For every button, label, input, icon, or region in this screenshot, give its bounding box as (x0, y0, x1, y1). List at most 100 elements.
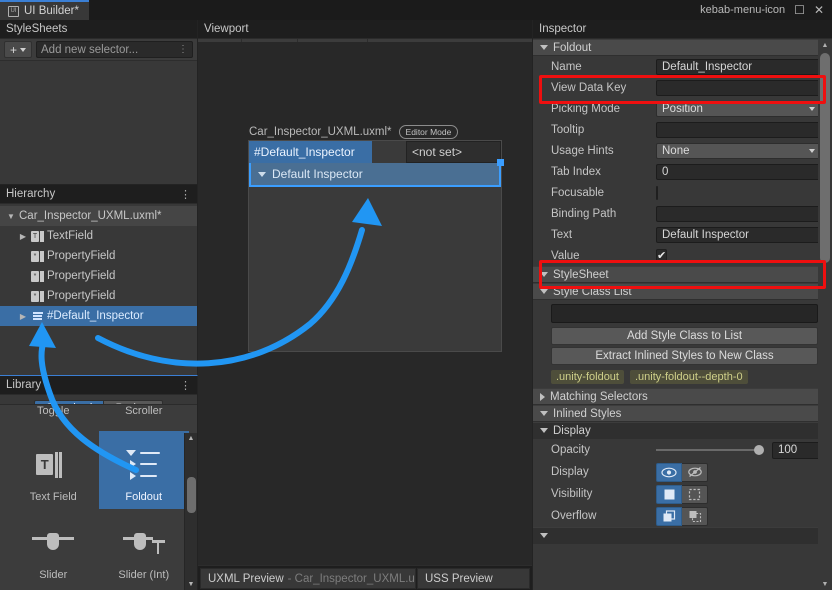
uxml-canvas[interactable]: Car_Inspector_UXML.uxml* Editor Mode #De… (248, 140, 502, 352)
picking-mode-dropdown[interactable]: Position (656, 101, 821, 117)
editor-mode-badge: Editor Mode (399, 125, 459, 139)
display-toggle-group[interactable] (656, 463, 708, 482)
library-item-slider-int[interactable]: Slider (Int) (99, 509, 190, 587)
usage-hints-dropdown[interactable]: None (656, 143, 821, 159)
view-data-key-input[interactable] (656, 80, 821, 96)
inspector-panel: Inspector Foldout Name Default_Inspector… (533, 20, 832, 590)
value-checkbox[interactable]: ✔ (656, 249, 667, 263)
overflow-toggle-group[interactable] (656, 507, 708, 526)
viewport-canvas-area[interactable]: Car_Inspector_UXML.uxml* Editor Mode #De… (198, 42, 532, 565)
attr-label: Tooltip (551, 124, 656, 136)
overflow-visible-icon[interactable] (682, 507, 708, 526)
overflow-hidden-icon[interactable] (656, 507, 682, 526)
kebab-menu-icon[interactable]: ⋮ (180, 188, 191, 201)
picking-mode-value: Position (662, 103, 703, 115)
eye-icon[interactable] (656, 463, 682, 482)
tab-uxml-preview[interactable]: UXML Preview - Car_Inspector_UXML.ux (200, 568, 416, 589)
visibility-label: Visibility (551, 488, 656, 500)
section-inlined-styles-header[interactable]: Inlined Styles (533, 405, 832, 422)
hierarchy-item-propertyfield-1[interactable]: ▶ * PropertyField (0, 246, 197, 266)
attr-label: Usage Hints (551, 145, 656, 157)
attr-row-tab-index[interactable]: Tab Index 0 (533, 161, 832, 182)
opacity-value-field[interactable]: 100 (772, 442, 820, 459)
focusable-checkbox[interactable] (656, 186, 658, 200)
attr-row-binding-path[interactable]: Binding Path (533, 203, 832, 224)
new-selector-input[interactable]: Add new selector... ⋮ (36, 41, 193, 58)
chevron-down-icon[interactable] (258, 172, 266, 177)
propertyfield-icon: * (31, 290, 44, 302)
library-item-scroller[interactable]: Scroller (99, 405, 190, 431)
kebab-menu-icon[interactable]: ⋮ (178, 44, 188, 55)
attr-row-usage-hints[interactable]: Usage Hints None (533, 140, 832, 161)
tab-uss-preview[interactable]: USS Preview (417, 568, 530, 589)
selection-handle[interactable] (497, 159, 504, 166)
scroll-down-icon[interactable]: ▼ (818, 578, 832, 590)
visible-square-icon[interactable] (656, 485, 682, 504)
attr-row-focusable[interactable]: Focusable (533, 182, 832, 203)
kebab-menu-icon[interactable]: kebab-menu-icon (700, 4, 785, 16)
opacity-slider[interactable] (656, 445, 764, 455)
library-item-toggle[interactable]: Toggle (8, 405, 99, 431)
opacity-slider-knob[interactable] (754, 445, 764, 455)
style-class-chip[interactable]: .unity-foldout (551, 370, 624, 384)
attr-row-name[interactable]: Name Default_Inspector (533, 56, 832, 77)
attr-row-view-data-key[interactable]: View Data Key (533, 77, 832, 98)
hidden-square-icon[interactable] (682, 485, 708, 504)
inspector-scrollbar-thumb[interactable] (820, 53, 830, 263)
tooltip-input[interactable] (656, 122, 821, 138)
section-display-header[interactable]: Display (533, 422, 832, 439)
section-matching-selectors-header[interactable]: Matching Selectors (533, 388, 832, 405)
attr-label: Value (551, 250, 656, 262)
kebab-menu-icon[interactable]: ⋮ (180, 379, 191, 392)
library-item-slider[interactable]: Slider (8, 509, 99, 587)
add-stylesheet-button[interactable]: + (4, 41, 32, 58)
display-label: Display (551, 466, 656, 478)
canvas-field-row[interactable]: #Default_Inspector <not set> (249, 141, 501, 163)
hierarchy-item-document[interactable]: ▼ Car_Inspector_UXML.uxml* (0, 206, 197, 226)
maximize-icon[interactable]: ☐ (794, 4, 805, 16)
scroll-up-icon[interactable]: ▲ (185, 433, 197, 444)
inspector-scrollbar[interactable]: ▲ ▼ (818, 39, 832, 590)
style-row-visibility[interactable]: Visibility (533, 483, 832, 505)
section-position-header[interactable] (533, 527, 832, 544)
hierarchy-item-default-inspector[interactable]: ▶ #Default_Inspector (0, 306, 197, 326)
style-row-overflow[interactable]: Overflow (533, 505, 832, 527)
canvas-foldout-element[interactable]: Default Inspector (249, 163, 501, 187)
attr-row-picking-mode[interactable]: Picking Mode Position (533, 98, 832, 119)
scroll-down-icon[interactable]: ▼ (185, 579, 197, 590)
binding-path-input[interactable] (656, 206, 821, 222)
style-row-display[interactable]: Display (533, 461, 832, 483)
chevron-down-icon[interactable]: ▼ (6, 212, 16, 221)
attr-row-text[interactable]: Text Default Inspector (533, 224, 832, 245)
hierarchy-item-propertyfield-3[interactable]: ▶ * PropertyField (0, 286, 197, 306)
attr-row-value[interactable]: Value ✔ (533, 245, 832, 266)
section-style-class-list-header[interactable]: Style Class List (533, 283, 832, 300)
hierarchy-item-propertyfield-2[interactable]: ▶ * PropertyField (0, 266, 197, 286)
eye-off-icon[interactable] (682, 463, 708, 482)
section-stylesheet-header[interactable]: StyleSheet (533, 266, 832, 283)
library-item-foldout[interactable]: Foldout (99, 431, 190, 509)
close-icon[interactable]: ✕ (814, 4, 824, 16)
style-row-opacity[interactable]: Opacity 100 (533, 439, 832, 461)
text-input[interactable]: Default Inspector (656, 227, 821, 243)
scroll-up-icon[interactable]: ▲ (818, 39, 832, 51)
tab-index-input[interactable]: 0 (656, 164, 821, 180)
attr-row-tooltip[interactable]: Tooltip (533, 119, 832, 140)
library-scrollbar-thumb[interactable] (187, 477, 196, 513)
hierarchy-item-textfield[interactable]: ▶ T TextField (0, 226, 197, 246)
tab-uss-preview-label: USS Preview (425, 573, 493, 585)
add-style-class-button[interactable]: Add Style Class to List (551, 327, 818, 345)
hierarchy-panel: Hierarchy ⋮ ▼ Car_Inspector_UXML.uxml* ▶… (0, 185, 198, 375)
name-input[interactable]: Default_Inspector (656, 59, 821, 75)
chevron-right-icon[interactable]: ▶ (18, 232, 28, 241)
section-foldout-header[interactable]: Foldout (533, 39, 832, 56)
window-tab-ui-builder[interactable]: UI UI Builder* (0, 0, 89, 20)
library-scrollbar[interactable]: ▲ ▼ (184, 433, 197, 590)
style-class-chip[interactable]: .unity-foldout--depth-0 (630, 370, 748, 384)
visibility-toggle-group[interactable] (656, 485, 708, 504)
library-item-text-field[interactable]: T Text Field (8, 431, 99, 509)
style-class-input[interactable] (551, 304, 818, 323)
preview-tabbar: UXML Preview - Car_Inspector_UXML.ux USS… (198, 565, 532, 590)
extract-inlined-styles-button[interactable]: Extract Inlined Styles to New Class (551, 347, 818, 365)
chevron-right-icon[interactable]: ▶ (18, 312, 28, 321)
